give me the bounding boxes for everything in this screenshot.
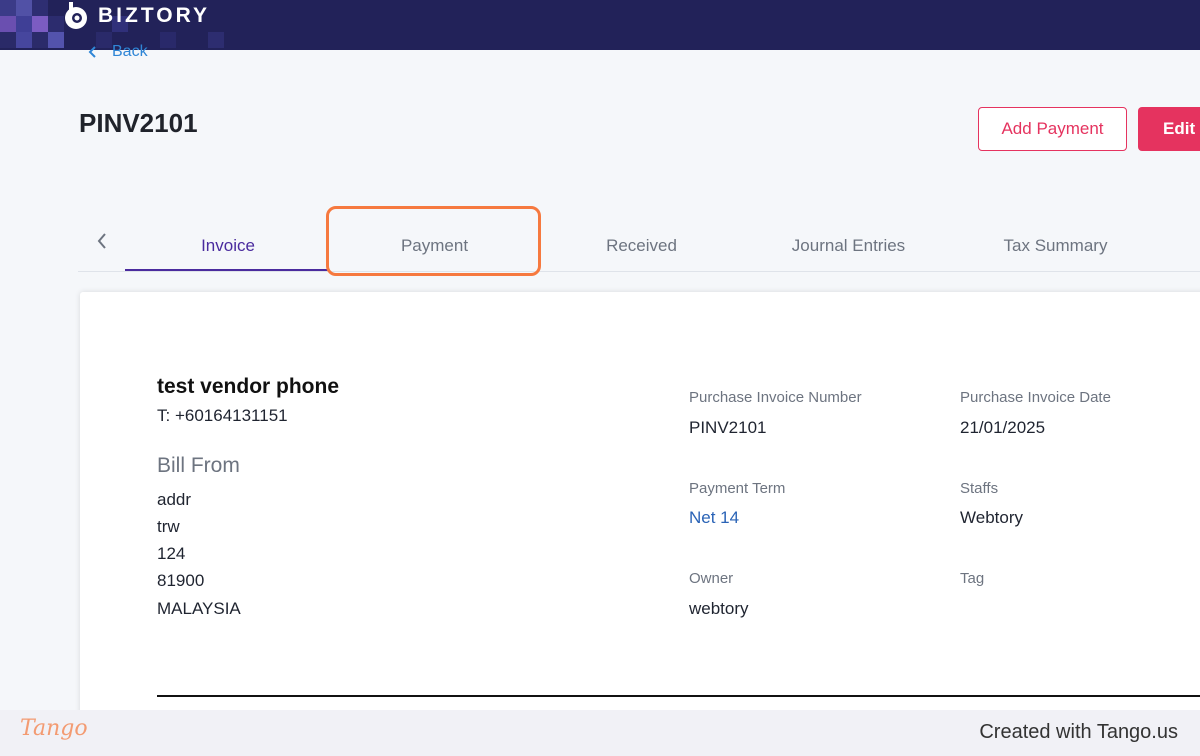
- payment-term-label: Payment Term: [689, 480, 786, 497]
- staffs-value: Webtory: [960, 508, 1023, 527]
- tab-scroll-left-icon[interactable]: [94, 231, 110, 251]
- tag-label: Tag: [960, 570, 985, 587]
- tutorial-highlight-box: [326, 206, 541, 276]
- tabs-divider: [78, 271, 1200, 272]
- tango-logo: Tango: [20, 716, 88, 741]
- purchase-invoice-number-label: Purchase Invoice Number: [689, 389, 862, 406]
- tab-journal-entries[interactable]: Journal Entries: [745, 220, 952, 272]
- address-line: 124: [157, 544, 186, 563]
- biztory-logo-icon: [65, 2, 87, 29]
- top-bar: BIZTORY: [0, 0, 1200, 50]
- address-line: 81900: [157, 571, 205, 590]
- edit-button[interactable]: Edit: [1138, 107, 1200, 151]
- staffs-label: Staffs: [960, 480, 999, 497]
- add-payment-button[interactable]: Add Payment: [978, 107, 1127, 151]
- tab-received[interactable]: Received: [538, 220, 745, 272]
- vendor-name: test vendor phone: [157, 375, 340, 398]
- owner-value: webtory: [689, 599, 749, 618]
- section-divider: [157, 695, 1200, 697]
- owner-label: Owner: [689, 570, 734, 587]
- purchase-invoice-date-value: 21/01/2025: [960, 418, 1046, 437]
- back-link[interactable]: Back: [86, 43, 148, 61]
- tab-invoice[interactable]: Invoice: [125, 220, 331, 272]
- address-line: trw: [157, 517, 180, 536]
- purchase-invoice-date-label: Purchase Invoice Date: [960, 389, 1111, 406]
- brand-logo[interactable]: BIZTORY: [62, 2, 210, 30]
- created-with-text: Created with Tango.us: [979, 721, 1178, 743]
- back-label: Back: [112, 43, 148, 60]
- payment-term-link[interactable]: Net 14: [689, 508, 739, 528]
- invoice-card: [80, 292, 1200, 722]
- chevron-left-icon: [88, 46, 96, 58]
- page-title: PINV2101: [79, 108, 198, 138]
- bill-from-heading: Bill From: [157, 454, 240, 477]
- brand-name: BIZTORY: [98, 4, 211, 27]
- tab-tax-summary[interactable]: Tax Summary: [952, 220, 1159, 272]
- vendor-phone: T: +60164131151: [157, 406, 288, 425]
- address-line: MALAYSIA: [157, 599, 241, 618]
- address-line: addr: [157, 490, 192, 509]
- purchase-invoice-number-value: PINV2101: [689, 418, 767, 437]
